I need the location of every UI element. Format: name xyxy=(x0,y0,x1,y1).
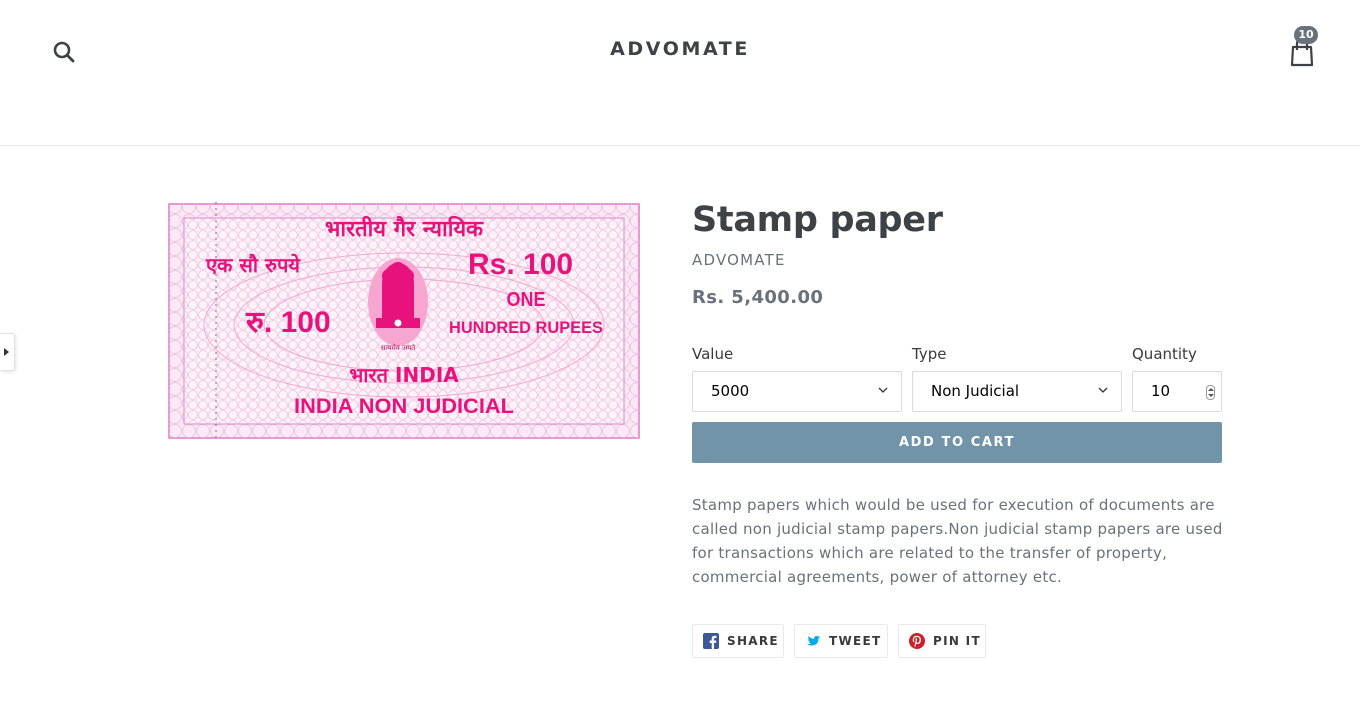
site-header: ADVOMATE 10 xyxy=(0,0,1360,146)
chevron-down-icon xyxy=(878,387,888,393)
type-option-label: Type xyxy=(912,345,947,363)
facebook-icon xyxy=(703,633,719,649)
stamp-hindi-amount: एक सौ रुपये xyxy=(205,253,301,277)
type-select[interactable]: Non Judicial xyxy=(912,371,1122,412)
stamp-emblem-motto: सत्यमेव जयते xyxy=(381,343,416,352)
product-image[interactable]: भारतीय गैर न्यायिक एक सौ रुपये Rs. 100 र… xyxy=(168,200,640,440)
stamp-ru-amount: रु. 100 xyxy=(245,306,331,339)
quantity-label: Quantity xyxy=(1132,345,1197,363)
stamp-india-non-judicial: INDIA NON JUDICIAL xyxy=(294,395,514,418)
value-option-label: Value xyxy=(692,345,734,363)
value-select-text: 5000 xyxy=(711,382,750,400)
share-pinterest-button[interactable]: PIN IT xyxy=(898,624,986,658)
quantity-input[interactable]: 10 xyxy=(1132,371,1222,412)
share-facebook-button[interactable]: SHARE xyxy=(692,624,784,658)
product-vendor: ADVOMATE xyxy=(692,251,786,269)
share-pinterest-label: PIN IT xyxy=(933,634,981,648)
stamp-one: ONE xyxy=(507,288,546,311)
share-twitter-label: TWEET xyxy=(829,634,882,648)
add-to-cart-button[interactable]: ADD TO CART xyxy=(692,422,1222,463)
type-select-text: Non Judicial xyxy=(931,382,1020,400)
value-select[interactable]: 5000 xyxy=(692,371,902,412)
side-drawer-toggle[interactable] xyxy=(0,333,15,371)
caret-right-icon xyxy=(4,348,9,356)
pinterest-icon xyxy=(909,633,925,649)
stamp-rs-amount: Rs. 100 xyxy=(468,248,573,281)
national-emblem xyxy=(368,258,428,346)
twitter-icon xyxy=(806,636,821,646)
stamp-hundred-rupees: HUNDRED RUPEES xyxy=(449,318,603,337)
stamp-bharat-india: भारत INDIA xyxy=(349,363,459,387)
product-title: Stamp paper xyxy=(692,200,943,240)
cart-count-badge: 10 xyxy=(1294,26,1318,44)
chevron-down-icon xyxy=(1098,387,1108,393)
share-facebook-label: SHARE xyxy=(727,634,779,648)
product-price: Rs. 5,400.00 xyxy=(692,287,824,308)
quantity-value: 10 xyxy=(1151,382,1171,400)
site-logo[interactable]: ADVOMATE xyxy=(0,38,1360,60)
share-twitter-button[interactable]: TWEET xyxy=(794,624,888,658)
stamp-hindi-top: भारतीय गैर न्यायिक xyxy=(325,215,484,242)
quantity-stepper[interactable] xyxy=(1206,385,1215,400)
product-description: Stamp papers which would be used for exe… xyxy=(692,496,1223,586)
